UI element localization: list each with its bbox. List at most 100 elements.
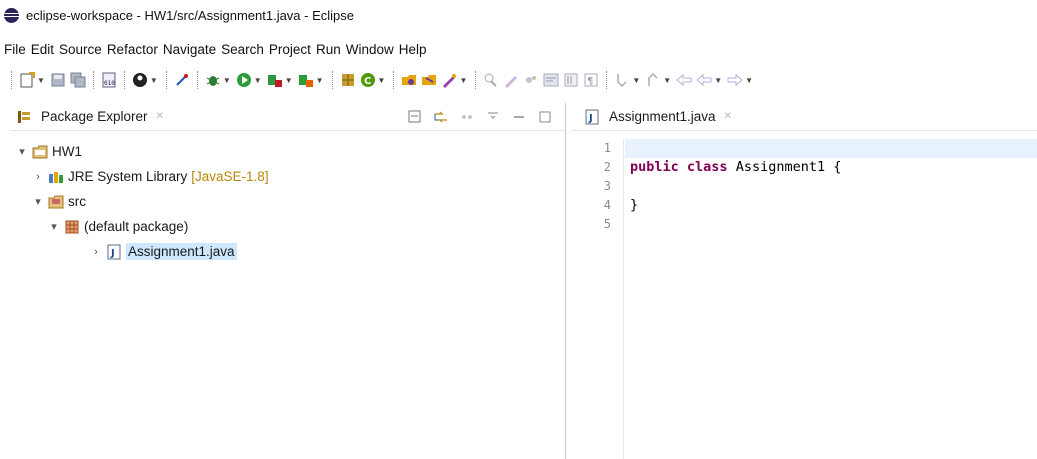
line-number: 1 — [603, 141, 611, 155]
svg-text:C: C — [364, 76, 371, 87]
debug-icon[interactable] — [205, 72, 221, 88]
jre-version-decoration: [JavaSE-1.8] — [191, 169, 269, 184]
java-file-icon: J — [584, 109, 600, 125]
menu-project[interactable]: Project — [269, 42, 311, 57]
show-whitespace-icon[interactable] — [543, 72, 559, 88]
tree-item-project[interactable]: ▾ HW1 — [10, 139, 269, 164]
run-icon[interactable] — [236, 72, 252, 88]
menu-bar: File Edit Source Refactor Navigate Searc… — [0, 38, 432, 60]
main-toolbar: ▼ 010 ▼ ▼ ▼ ▼ ▼ C ▼ ▼ ¶ ▼ ▼ ▼ ▼ — [0, 66, 1037, 94]
menu-refactor[interactable]: Refactor — [107, 42, 158, 57]
toolbar-separator — [123, 71, 125, 89]
collapse-chevron-icon[interactable]: ▾ — [16, 145, 28, 158]
pencil-icon[interactable] — [483, 72, 499, 88]
tree-item-src[interactable]: ▾ src — [10, 189, 269, 214]
line-number: 4 — [603, 198, 611, 212]
new-dropdown-icon[interactable]: ▼ — [37, 76, 45, 85]
target-icon[interactable] — [132, 72, 148, 88]
package-explorer-title[interactable]: Package Explorer — [41, 109, 148, 124]
save-icon[interactable] — [50, 72, 66, 88]
menu-edit[interactable]: Edit — [31, 42, 54, 57]
paragraph-icon[interactable] — [563, 72, 579, 88]
binary-icon[interactable]: 010 — [101, 72, 117, 88]
editor-tab[interactable]: J Assignment1.java ✕ — [572, 103, 1037, 131]
collapse-all-icon[interactable] — [407, 109, 423, 125]
code-line-current[interactable] — [625, 139, 1037, 158]
run-external-dropdown-icon[interactable]: ▼ — [285, 76, 293, 85]
open-task-icon[interactable] — [421, 72, 437, 88]
menu-file[interactable]: File — [4, 42, 26, 57]
next-annotation-icon[interactable] — [614, 72, 630, 88]
package-explorer-header: Package Explorer ✕ — [10, 103, 565, 131]
back-icon[interactable] — [696, 72, 712, 88]
line-number: 2 — [603, 160, 611, 174]
closing-brace: } — [630, 197, 639, 213]
menu-navigate[interactable]: Navigate — [163, 42, 216, 57]
tree-item-default-package[interactable]: ▾ (default package) — [10, 214, 269, 239]
toolbar-separator — [196, 71, 198, 89]
java-file-label: Assignment1.java — [126, 243, 237, 260]
new-class-dropdown-icon[interactable]: ▼ — [378, 76, 386, 85]
target-dropdown-icon[interactable]: ▼ — [150, 76, 158, 85]
new-java-package-icon[interactable] — [340, 72, 356, 88]
code-line[interactable]: public class Assignment1 { — [625, 158, 1037, 177]
svg-text:¶: ¶ — [587, 76, 593, 87]
window-title: eclipse-workspace - HW1/src/Assignment1.… — [26, 7, 354, 23]
maximize-icon[interactable] — [537, 109, 553, 125]
java-file-icon: J — [106, 244, 122, 260]
menu-run[interactable]: Run — [316, 42, 341, 57]
block-selection-icon[interactable] — [523, 72, 539, 88]
open-type-icon[interactable] — [401, 72, 417, 88]
menu-source[interactable]: Source — [59, 42, 102, 57]
tree-item-jre[interactable]: › JRE System Library [JavaSE-1.8] — [10, 164, 269, 189]
expand-chevron-icon[interactable]: › — [32, 171, 44, 183]
coverage-icon[interactable] — [298, 72, 314, 88]
link-with-editor-icon[interactable] — [433, 109, 449, 125]
forward-icon[interactable] — [727, 72, 743, 88]
last-edit-icon[interactable] — [676, 72, 692, 88]
code-editor[interactable]: public class Assignment1 { } — [625, 139, 1037, 459]
class-declaration: Assignment1 { — [727, 159, 842, 175]
run-dropdown-icon[interactable]: ▼ — [254, 76, 262, 85]
expand-chevron-icon[interactable]: › — [90, 246, 102, 258]
minimize-view-icon[interactable] — [485, 109, 501, 125]
back-dropdown-icon[interactable]: ▼ — [714, 76, 722, 85]
eclipse-app-icon — [4, 7, 19, 23]
next-annotation-dropdown-icon[interactable]: ▼ — [632, 76, 640, 85]
new-class-icon[interactable]: C — [360, 72, 376, 88]
annotation-dropdown-icon[interactable]: ▼ — [459, 76, 467, 85]
keyword-class: class — [686, 159, 728, 175]
collapse-chevron-icon[interactable]: ▾ — [32, 195, 44, 208]
svg-text:J: J — [588, 113, 593, 124]
annotation-icon[interactable] — [441, 72, 457, 88]
minimize-icon[interactable] — [511, 109, 527, 125]
new-icon[interactable] — [19, 72, 35, 88]
code-line[interactable] — [625, 177, 1037, 196]
prev-annotation-dropdown-icon[interactable]: ▼ — [663, 76, 671, 85]
collapse-chevron-icon[interactable]: ▾ — [48, 220, 60, 233]
toolbar-separator — [606, 71, 608, 89]
run-external-icon[interactable] — [267, 72, 283, 88]
formatting-marks-icon[interactable]: ¶ — [583, 72, 599, 88]
debug-dropdown-icon[interactable]: ▼ — [223, 76, 231, 85]
prev-annotation-icon[interactable] — [645, 72, 661, 88]
menu-help[interactable]: Help — [399, 42, 427, 57]
code-line[interactable] — [625, 215, 1037, 234]
tree-item-java-file[interactable]: › J Assignment1.java — [10, 239, 269, 264]
forward-dropdown-icon[interactable]: ▼ — [745, 76, 753, 85]
save-all-icon[interactable] — [70, 72, 86, 88]
pin-icon[interactable] — [174, 72, 190, 88]
close-icon[interactable]: ✕ — [724, 111, 732, 122]
toolbar-separator — [165, 71, 167, 89]
toolbar-separator — [331, 71, 333, 89]
package-icon — [64, 219, 80, 235]
menu-search[interactable]: Search — [221, 42, 264, 57]
package-explorer-icon — [16, 109, 32, 125]
close-icon[interactable]: ✕ — [156, 111, 164, 122]
view-menu-icon[interactable] — [459, 109, 475, 125]
menu-window[interactable]: Window — [346, 42, 394, 57]
code-line[interactable]: } — [625, 196, 1037, 215]
coverage-dropdown-icon[interactable]: ▼ — [316, 76, 324, 85]
src-label: src — [68, 194, 86, 209]
toggle-mark-icon[interactable] — [503, 72, 519, 88]
